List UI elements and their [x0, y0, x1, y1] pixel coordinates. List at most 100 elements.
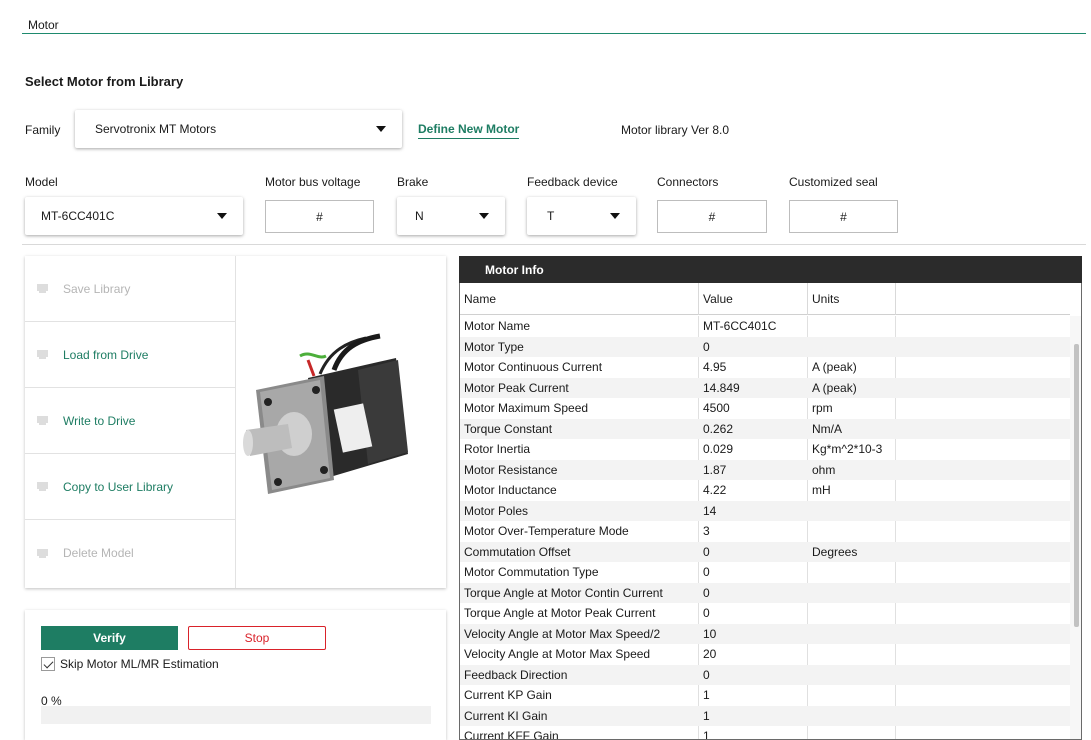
cell-value: 0.262 [703, 421, 734, 436]
write-to-drive-button[interactable]: Write to Drive [25, 388, 235, 454]
table-row[interactable]: Velocity Angle at Motor Max Speed/2 10 [460, 623, 1070, 645]
table-row[interactable]: Motor Continuous Current 4.95 A (peak) [460, 357, 1070, 378]
cell-units [808, 624, 896, 645]
stop-button[interactable]: Stop [188, 626, 326, 650]
action-button-column: Save Library Load from Drive Write to Dr… [25, 256, 236, 588]
table-row[interactable]: Motor Type 0 [460, 336, 1070, 357]
cell-name: Motor Resistance [464, 462, 558, 477]
cell-value: 0.029 [703, 442, 734, 457]
table-row[interactable]: Current KI Gain 1 [460, 705, 1070, 726]
table-row[interactable]: Velocity Angle at Motor Max Speed 20 [460, 644, 1070, 665]
table-row[interactable]: Rotor Inertia 0.029 Kg*m^2*10-3 [460, 439, 1070, 460]
chevron-down-icon [610, 213, 620, 219]
grid-rows: Motor Name MT-6CC401C Motor Type 0 Motor Con… [460, 316, 1070, 739]
table-row[interactable]: Motor Over-Temperature Mode 3 [460, 521, 1070, 542]
library-version: Motor library Ver 8.0 [621, 123, 730, 137]
cell-units [808, 501, 896, 522]
cell-value: 10 [703, 626, 717, 641]
cell-value: 4500 [703, 401, 730, 416]
save-library-button[interactable]: Save Library [25, 256, 235, 322]
table-row[interactable]: Torque Angle at Motor Peak Current 0 [460, 603, 1070, 624]
motor-bolt [312, 386, 320, 394]
table-row[interactable]: Torque Angle at Motor Contin Current 0 [460, 582, 1070, 604]
cell-name: Torque Angle at Motor Peak Current [464, 606, 656, 621]
define-new-motor-link[interactable]: Define New Motor [418, 122, 520, 139]
cell-units [808, 316, 896, 337]
cell-value: 20 [703, 647, 717, 662]
cell-units [808, 685, 896, 706]
cell-name: Motor Peak Current [464, 380, 569, 395]
document-icon [37, 548, 48, 558]
seal-label: Customized seal [789, 175, 878, 189]
feedback-dropdown[interactable]: T [527, 197, 636, 235]
cell-units [808, 521, 896, 542]
column-header-units[interactable]: Units [808, 283, 896, 315]
family-dropdown[interactable]: Servotronix MT Motors [75, 110, 402, 148]
cell-value: MT-6CC401C [703, 319, 777, 334]
document-icon [37, 284, 48, 293]
checkmark-icon [41, 657, 55, 671]
cell-value: 0 [703, 667, 710, 682]
motor-wire [306, 359, 316, 377]
scrollbar-thumb[interactable] [1074, 344, 1079, 627]
cell-value: 4.22 [703, 483, 727, 498]
table-row[interactable]: Motor Name MT-6CC401C [460, 316, 1070, 337]
table-row[interactable]: Feedback Direction 0 [460, 664, 1070, 686]
cell-name: Torque Constant [464, 421, 553, 436]
cell-value: 0 [703, 544, 710, 559]
connectors-field[interactable]: # [657, 200, 767, 233]
family-value: Servotronix MT Motors [95, 122, 217, 136]
motor-info-title: Motor Info [459, 256, 1082, 283]
cell-value: 0 [703, 585, 710, 600]
cell-name: Motor Commutation Type [464, 565, 599, 580]
cell-name: Velocity Angle at Motor Max Speed [464, 647, 651, 662]
progress-bar [41, 706, 431, 724]
feedback-value: T [547, 209, 555, 223]
cell-value: 3 [703, 524, 710, 539]
cell-name: Motor Poles [464, 503, 529, 518]
bus-voltage-field[interactable]: # [265, 200, 374, 233]
table-row[interactable]: Motor Maximum Speed 4500 rpm [460, 398, 1070, 419]
load-from-drive-label: Load from Drive [63, 347, 149, 362]
tab-motor[interactable]: Motor [28, 18, 59, 32]
motor-image [243, 333, 408, 494]
motor-wire [299, 352, 327, 359]
vertical-scrollbar[interactable] [1070, 316, 1081, 739]
cell-units [808, 665, 896, 686]
copy-to-user-library-button[interactable]: Copy to User Library [25, 454, 235, 520]
brake-dropdown[interactable]: N [397, 197, 505, 235]
cell-name: Current KI Gain [464, 708, 548, 723]
family-label: Family [25, 123, 61, 137]
document-icon [37, 482, 48, 491]
cell-name: Motor Continuous Current [464, 360, 603, 375]
motor-bolt [274, 478, 282, 486]
motor-info-grid: Name Value Units Motor Name MT-6CC401C Mot… [459, 283, 1082, 740]
delete-model-button[interactable]: Delete Model [25, 520, 235, 586]
brake-value: N [415, 209, 424, 223]
table-row[interactable]: Commutation Offset 0 Degrees [460, 541, 1070, 562]
cell-units [808, 726, 896, 739]
column-header-name[interactable]: Name [460, 283, 699, 315]
table-row[interactable]: Current KP Gain 1 [460, 685, 1070, 706]
table-row[interactable]: Motor Poles 14 [460, 500, 1070, 522]
skip-estimation-checkbox[interactable]: Skip Motor ML/MR Estimation [41, 657, 219, 671]
table-row[interactable]: Motor Resistance 1.87 ohm [460, 459, 1070, 480]
cell-units: ohm [812, 462, 836, 477]
cell-name: Velocity Angle at Motor Max Speed/2 [464, 626, 661, 641]
cell-name: Rotor Inertia [464, 442, 531, 457]
table-row[interactable]: Torque Constant 0.262 Nm/A [460, 418, 1070, 439]
table-row[interactable]: Motor Commutation Type 0 [460, 562, 1070, 583]
verify-button[interactable]: Verify [41, 626, 178, 650]
table-row[interactable]: Motor Peak Current 14.849 A (peak) [460, 377, 1070, 398]
load-from-drive-button[interactable]: Load from Drive [25, 322, 235, 388]
model-dropdown[interactable]: MT-6CC401C [25, 197, 243, 235]
column-header-value[interactable]: Value [699, 283, 808, 315]
motor-bolt [320, 466, 328, 474]
table-row[interactable]: Current KFF Gain 1 [460, 726, 1070, 739]
connectors-label: Connectors [657, 175, 719, 189]
table-row[interactable]: Motor Inductance 4.22 mH [460, 480, 1070, 501]
customized-seal-field[interactable]: # [789, 200, 898, 233]
cell-name: Motor Inductance [464, 483, 557, 498]
model-label: Model [25, 175, 58, 189]
cell-units [808, 583, 896, 604]
